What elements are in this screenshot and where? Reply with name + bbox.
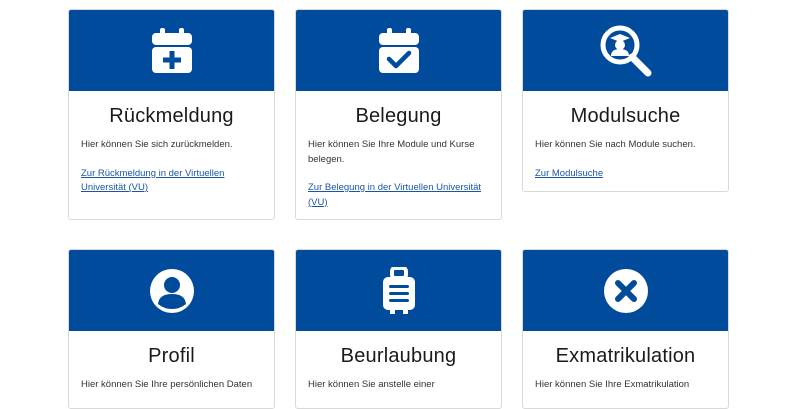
card-description: Hier können Sie anstelle einer — [308, 379, 435, 390]
card-description: Hier können Sie sich zurückmelden. — [81, 139, 233, 150]
card-banner — [296, 10, 501, 91]
card-title: Rückmeldung — [109, 105, 234, 127]
card-title: Belegung — [355, 105, 442, 127]
card-title: Beurlaubung — [340, 345, 457, 367]
card-beurlaubung: Beurlaubung Hier können Sie anstelle ein… — [295, 249, 502, 409]
calendar-check-icon — [378, 27, 420, 74]
card-banner — [69, 250, 274, 331]
user-circle-icon — [149, 268, 195, 314]
belegung-link[interactable]: Zur Belegung in der Virtuellen Universit… — [308, 181, 489, 210]
card-title: Modulsuche — [570, 105, 681, 127]
card-title: Profil — [148, 345, 195, 367]
modulsuche-link[interactable]: Zur Modulsuche — [535, 167, 716, 182]
card-description: Hier können Sie Ihre Exmatrikulation — [535, 379, 690, 390]
card-banner — [69, 10, 274, 91]
calendar-plus-icon — [151, 27, 193, 74]
card-banner — [523, 10, 728, 91]
card-rueckmeldung: Rückmeldung Hier können Sie sich zurückm… — [68, 9, 275, 220]
x-circle-icon — [603, 268, 649, 314]
card-title: Exmatrikulation — [555, 345, 696, 367]
card-banner — [296, 250, 501, 331]
card-belegung: Belegung Hier können Sie Ihre Module und… — [295, 9, 502, 220]
card-banner — [523, 250, 728, 331]
card-modulsuche: Modulsuche Hier können Sie nach Module s… — [522, 9, 729, 192]
card-description: Hier können Sie Ihre persönlichen Daten — [81, 379, 253, 390]
card-description: Hier können Sie Ihre Module und Kurse be… — [308, 139, 475, 165]
rueckmeldung-link[interactable]: Zur Rückmeldung in der Virtuellen Univer… — [81, 167, 262, 196]
card-description: Hier können Sie nach Module suchen. — [535, 139, 696, 150]
card-exmatrikulation: Exmatrikulation Hier können Sie Ihre Exm… — [522, 249, 729, 409]
suitcase-icon — [382, 266, 416, 315]
card-profil: Profil Hier können Sie Ihre persönlichen… — [68, 249, 275, 409]
search-graduate-icon — [598, 23, 654, 79]
